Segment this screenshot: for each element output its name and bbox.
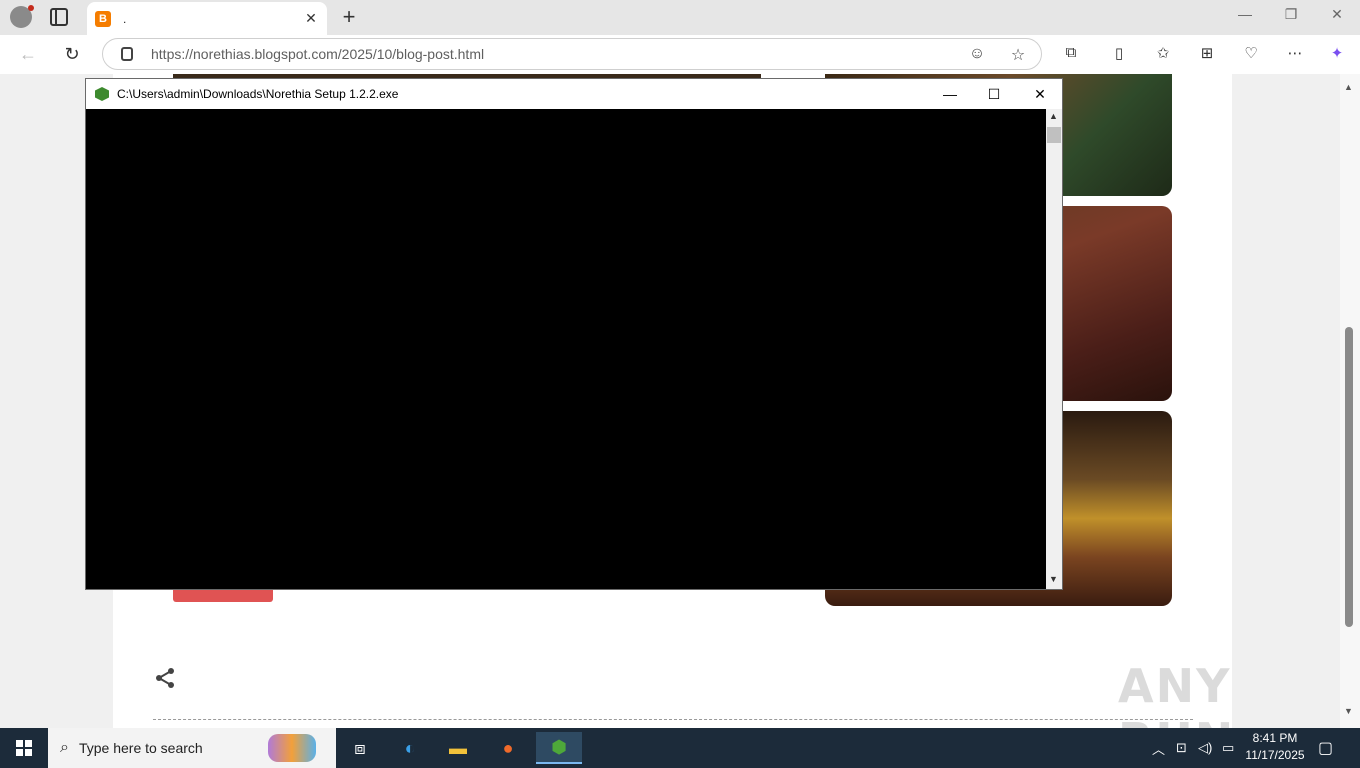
address-bar[interactable]: https://norethias.blogspot.com/2025/10/b…: [102, 38, 1042, 70]
console-titlebar[interactable]: C:\Users\admin\Downloads\Norethia Setup …: [86, 79, 1062, 109]
clock-time: 8:41 PM: [1252, 731, 1298, 745]
back-icon[interactable]: ←: [16, 42, 40, 66]
tab-actions-icon[interactable]: [50, 8, 68, 26]
collections-icon[interactable]: ⊞: [1196, 44, 1218, 66]
extensions-icon[interactable]: ⧉: [1060, 44, 1082, 66]
console-minimize-icon[interactable]: —: [927, 83, 973, 105]
task-view-icon[interactable]: ⧈: [340, 732, 380, 764]
file-explorer-icon[interactable]: ▬: [438, 732, 478, 764]
display-icon[interactable]: ▭: [1222, 728, 1234, 768]
copilot-icon[interactable]: ✦: [1326, 44, 1348, 66]
share-icon[interactable]: [153, 666, 177, 690]
url-path: /2025/10/blog-post.html: [337, 46, 485, 62]
search-icon: ⌕: [60, 739, 69, 756]
edge-icon[interactable]: ◐: [390, 732, 430, 764]
console-window[interactable]: C:\Users\admin\Downloads\Norethia Setup …: [85, 78, 1063, 590]
console-scrollbar[interactable]: ▲ ▼: [1046, 109, 1062, 589]
console-maximize-icon[interactable]: ☐: [971, 83, 1017, 105]
new-tab-icon[interactable]: +: [338, 4, 360, 30]
tab-strip: B . ✕ + — ❐ ✕: [0, 0, 1360, 35]
minimize-icon[interactable]: —: [1222, 6, 1268, 28]
favorites-icon[interactable]: ✩: [1152, 44, 1174, 66]
split-screen-icon[interactable]: ▯: [1108, 44, 1130, 66]
browser-essentials-icon[interactable]: ♡: [1240, 44, 1262, 66]
tab-title: .: [123, 11, 127, 26]
network-icon[interactable]: ⊡: [1176, 728, 1187, 768]
norethia-taskbar-app[interactable]: ⬢: [536, 732, 582, 764]
search-highlight-image[interactable]: [268, 734, 316, 762]
url-text: https://norethias.blogspot.com/2025/10/b…: [151, 46, 484, 62]
divider: [153, 719, 1193, 720]
scroll-up-icon[interactable]: ▲: [1344, 82, 1353, 92]
search-placeholder: Type here to search: [78, 740, 203, 756]
firefox-icon[interactable]: ●: [488, 732, 528, 764]
scroll-thumb[interactable]: [1345, 327, 1353, 627]
profile-notification-dot: [28, 5, 34, 11]
console-close-icon[interactable]: ✕: [1017, 83, 1063, 105]
taskbar-search[interactable]: ⌕ Type here to search: [48, 728, 336, 768]
blogger-favicon: B: [95, 10, 111, 27]
watermark: ANY RUN: [1118, 659, 1233, 728]
close-tab-icon[interactable]: ✕: [303, 10, 319, 27]
console-title: C:\Users\admin\Downloads\Norethia Setup …: [117, 87, 399, 101]
console-scroll-up-icon[interactable]: ▲: [1049, 111, 1058, 121]
refresh-icon[interactable]: ↻: [60, 42, 84, 66]
taskbar: ⌕ Type here to search ⧈ ◐ ▬ ● ⬢ ︿ ⊡ ◁) ▭…: [0, 728, 1360, 768]
windows-start-icon[interactable]: [0, 728, 48, 768]
restore-icon[interactable]: ❐: [1268, 6, 1314, 28]
console-scroll-thumb[interactable]: [1047, 127, 1061, 143]
browser-toolbar: ← ↻ https://norethias.blogspot.com/2025/…: [0, 35, 1360, 74]
notification-icon[interactable]: ▢: [1318, 728, 1333, 768]
volume-icon[interactable]: ◁): [1198, 728, 1212, 768]
page-scrollbar[interactable]: ▲ ▼: [1340, 74, 1360, 728]
close-window-icon[interactable]: ✕: [1314, 6, 1360, 28]
lock-icon[interactable]: [121, 47, 133, 61]
favorite-star-icon[interactable]: ☆: [1008, 45, 1028, 65]
clock[interactable]: 8:41 PM 11/17/2025: [1240, 730, 1310, 764]
console-scroll-down-icon[interactable]: ▼: [1049, 574, 1058, 584]
scroll-down-icon[interactable]: ▼: [1344, 706, 1353, 716]
browser-tab[interactable]: B . ✕: [87, 2, 327, 35]
clock-date: 11/17/2025: [1245, 748, 1305, 762]
more-icon[interactable]: ⋯: [1284, 44, 1306, 66]
tray-chevron-icon[interactable]: ︿: [1152, 728, 1165, 768]
norethia-app-icon: [95, 87, 109, 101]
url-host: https://norethias.blogspot.com: [151, 46, 338, 62]
read-aloud-icon[interactable]: ☺: [967, 45, 987, 65]
